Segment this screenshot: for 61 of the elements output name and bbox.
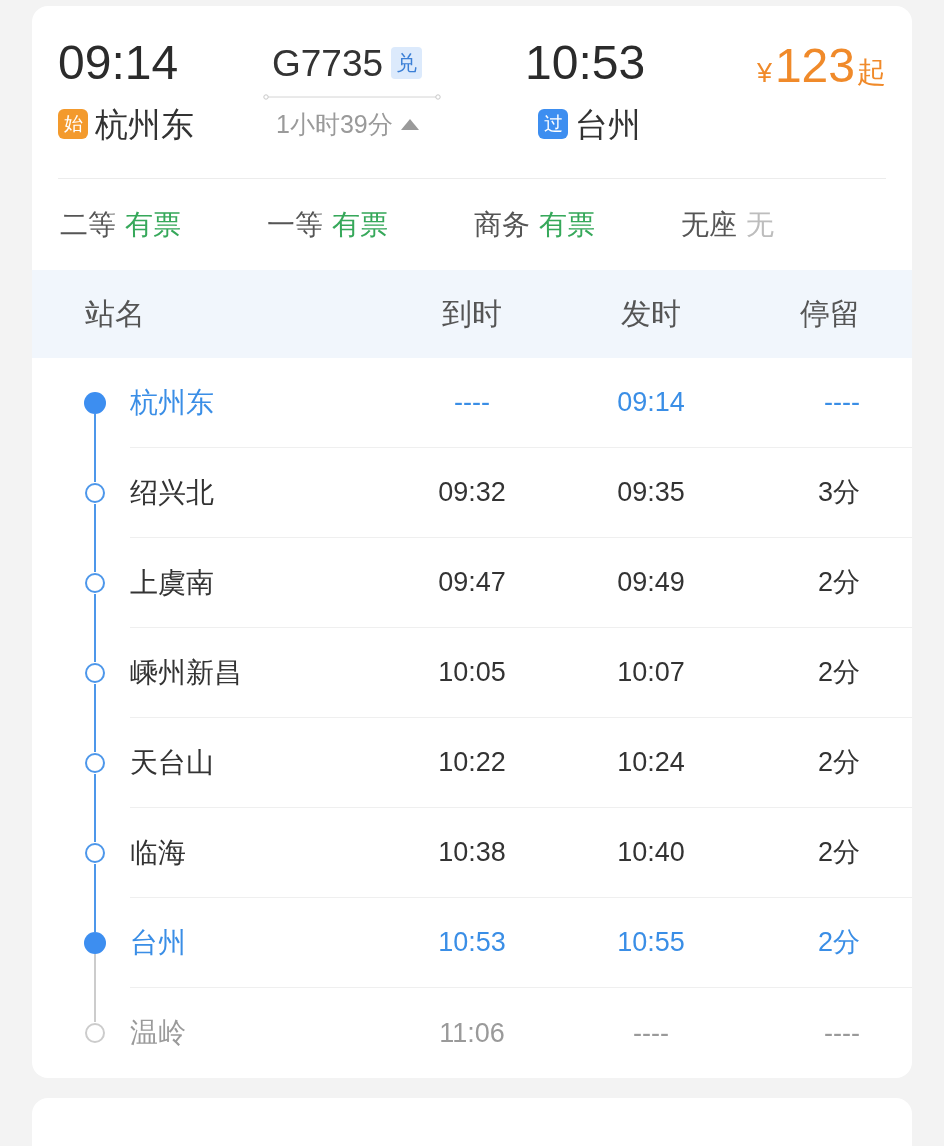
route-line bbox=[94, 864, 96, 932]
departure-time: 10:55 bbox=[616, 929, 686, 956]
route-line bbox=[94, 504, 96, 572]
arrival-time: ---- bbox=[453, 389, 491, 416]
station-name: 温岭 bbox=[130, 1019, 187, 1047]
route-line bbox=[94, 594, 96, 662]
station-name: 杭州东 bbox=[95, 107, 194, 141]
arrival-time: 10:05 bbox=[437, 659, 507, 686]
arrival-time: 10:22 bbox=[437, 749, 507, 776]
column-header: 到时 bbox=[441, 299, 503, 329]
arrival-time: 09:32 bbox=[437, 479, 507, 506]
seat-availability: 有票 bbox=[539, 211, 595, 239]
station-name: 台州 bbox=[575, 107, 641, 141]
train-number: G7735 bbox=[272, 44, 384, 82]
price: ¥123起 bbox=[756, 38, 886, 88]
arrival-time: 10:53 bbox=[437, 929, 507, 956]
stop-duration: 3分 bbox=[816, 479, 860, 506]
stop-duration: 2分 bbox=[816, 659, 860, 686]
train-badge: 兑 bbox=[391, 47, 423, 79]
station-name: 上虞南 bbox=[130, 568, 215, 597]
departure-time: 09:14 bbox=[58, 38, 180, 88]
stop-duration: 2分 bbox=[816, 839, 860, 866]
station-name: 杭州东 bbox=[130, 388, 215, 417]
arrival-time: 11:06 bbox=[438, 1019, 506, 1047]
departure-time: 10:24 bbox=[616, 749, 686, 776]
arrival-time: 09:47 bbox=[437, 569, 507, 596]
arrival-time: 10:38 bbox=[437, 839, 507, 866]
station-name: 绍兴北 bbox=[130, 478, 215, 507]
departure-time: 09:49 bbox=[616, 569, 686, 596]
departure-time: 09:35 bbox=[616, 479, 686, 506]
route-line bbox=[94, 684, 96, 752]
departure-time: ---- bbox=[632, 1019, 670, 1047]
route-line bbox=[94, 954, 96, 1022]
departure-time: 10:40 bbox=[616, 839, 686, 866]
stop-duration: ---- bbox=[823, 1019, 860, 1047]
column-header: 发时 bbox=[620, 299, 682, 329]
seat-class: 无座 bbox=[681, 211, 737, 239]
stop-duration: 2分 bbox=[816, 569, 860, 596]
station-tag: 过 bbox=[538, 109, 568, 139]
column-header: 站名 bbox=[85, 299, 146, 329]
route-line bbox=[94, 414, 96, 482]
arrival-time: 10:53 bbox=[525, 38, 646, 88]
departure-time: 10:07 bbox=[616, 659, 686, 686]
stop-duration: ---- bbox=[823, 389, 860, 416]
route-line bbox=[94, 774, 96, 842]
stop-duration: 2分 bbox=[816, 749, 860, 776]
seat-class: 二等 bbox=[60, 211, 116, 239]
seat-availability: 有票 bbox=[125, 211, 181, 239]
stop-duration: 2分 bbox=[816, 929, 860, 956]
seat-availability: 无 bbox=[746, 211, 774, 239]
station-name: 临海 bbox=[130, 838, 187, 867]
station-tag: 始 bbox=[58, 109, 88, 139]
seat-class: 商务 bbox=[474, 211, 530, 239]
station-name: 嵊州新昌 bbox=[130, 658, 243, 687]
duration-toggle[interactable]: 1小时39分 bbox=[263, 106, 419, 142]
seat-availability: 有票 bbox=[332, 211, 388, 239]
station-name: 天台山 bbox=[130, 748, 215, 777]
seat-class: 一等 bbox=[267, 211, 323, 239]
column-header: 停留 bbox=[799, 299, 860, 329]
departure-time: 09:14 bbox=[616, 389, 686, 416]
station-name: 台州 bbox=[130, 928, 187, 957]
